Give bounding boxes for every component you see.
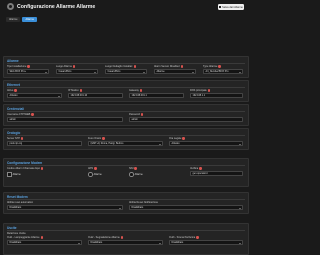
gear-icon	[7, 3, 14, 10]
field-label: DNS principale	[190, 89, 207, 92]
section-allarme: Allarme Tipo Installazione SEC-BOX Pro+ …	[3, 56, 249, 78]
page-header: Configurazione Allarme Allarme	[7, 3, 95, 10]
required-marker-icon	[21, 137, 23, 139]
field-label: Alarm Sensor Disabled	[154, 65, 180, 68]
required-marker-icon	[73, 65, 75, 67]
save-icon	[219, 6, 221, 8]
checkbox-label: Allarme	[13, 173, 21, 176]
required-marker-icon	[31, 113, 33, 115]
gateway-input[interactable]: 192.168.001.1	[129, 93, 184, 98]
field-label: Tipo Installazione	[7, 65, 26, 68]
radio-button	[129, 172, 134, 177]
dns-input[interactable]: 192.168.1.1	[190, 93, 243, 98]
field-label: Type Allarme	[203, 65, 217, 68]
tab-allarme-2[interactable]: Allarme	[22, 17, 36, 22]
reset-automatico-select[interactable]: Disabilitato	[7, 205, 123, 210]
required-marker-icon	[196, 236, 198, 238]
checkbox	[7, 172, 12, 177]
section-ethernet: Ethernet Attivo Attivato IP Statico 192.…	[3, 80, 249, 102]
required-marker-icon	[181, 65, 183, 67]
section-subtitle: Relazione Uscite	[7, 232, 26, 235]
required-marker-icon	[140, 89, 142, 91]
luogo-allarme-select[interactable]: Casa/Ufficio	[56, 69, 98, 74]
fuso-orario-select[interactable]: (GMT+1) Roma, Parigi, Berlino	[88, 141, 163, 146]
alarm-sensor-select[interactable]: Allarme	[154, 69, 196, 74]
out1-select[interactable]: Disabilitato	[7, 240, 82, 245]
required-marker-icon	[94, 167, 96, 169]
ethernet-attivo-select[interactable]: Attivato	[7, 93, 62, 98]
apn-radio[interactable]: Allarme	[88, 172, 102, 177]
field-label: APN	[88, 167, 93, 170]
ip-statico-input[interactable]: 192.168.001.10	[68, 93, 123, 98]
required-marker-icon	[121, 236, 123, 238]
required-marker-icon	[41, 236, 43, 238]
field-label: Abilita reset automatico	[7, 201, 33, 204]
radio-button	[88, 172, 93, 177]
field-label: Luogo Dettaglio Installaz.	[105, 65, 133, 68]
tab-bar: Allarme Allarme	[6, 17, 37, 22]
field-label: Out2 - Segnalazione Allarme	[88, 236, 120, 239]
field-label: Out3 - Sirena Periferica	[169, 236, 195, 239]
username-input[interactable]: admin	[7, 117, 123, 122]
luogo-dettaglio-select[interactable]: Casa/Ufficio	[105, 69, 147, 74]
radio-label: Allarme	[135, 173, 143, 176]
required-marker-icon	[80, 89, 82, 91]
required-marker-icon	[102, 137, 104, 139]
field-label: Username FTP/WEB	[7, 113, 30, 116]
required-marker-icon	[218, 65, 220, 67]
tab-allarme-1[interactable]: Allarme	[6, 17, 20, 22]
section-modem: Configurazione Modem Codice Allarm Chiam…	[3, 158, 249, 187]
field-label: Abilita Reset Notificazione	[129, 201, 158, 204]
page-title: Configurazione Allarme Allarme	[17, 4, 95, 10]
password-input[interactable]: admin	[129, 117, 243, 122]
required-marker-icon	[141, 113, 143, 115]
field-label: Ora Legale	[169, 137, 181, 140]
field-label: Password	[129, 113, 140, 116]
required-marker-icon	[27, 65, 29, 67]
save-button[interactable]: Salva dati Allarme	[218, 4, 244, 10]
required-marker-icon	[182, 137, 184, 139]
field-label: Luogo Allarme	[56, 65, 72, 68]
required-marker-icon	[41, 167, 43, 169]
field-label: Out1 - Lampeggiante Allarme	[7, 236, 40, 239]
field-label: Fuso Orario	[88, 137, 101, 140]
required-marker-icon	[208, 89, 210, 91]
field-label: SIM	[129, 167, 133, 170]
tipo-installazione-select[interactable]: SEC-BOX Pro+	[7, 69, 49, 74]
save-button-label: Salva dati Allarme	[222, 6, 243, 9]
field-label: Gateway	[129, 89, 139, 92]
field-label: IP Statico	[68, 89, 79, 92]
field-label: Attivo	[7, 89, 13, 92]
type-allarme-select[interactable]: Art_Number/BOX Pro	[203, 69, 243, 74]
section-reset-modem: Reset Modem Abilita reset automatico Dis…	[3, 192, 249, 214]
out3-select[interactable]: Disabilitato	[169, 240, 243, 245]
section-uscite: Uscite Relazione Uscite Out1 - Lampeggia…	[3, 223, 249, 255]
out2-select[interactable]: Disabilitato	[88, 240, 163, 245]
required-marker-icon	[199, 167, 201, 169]
sim-radio[interactable]: Allarme	[129, 172, 143, 177]
field-label: Codice Allarm Chiamata dopo	[7, 167, 40, 170]
verifica-input[interactable]: gen.operator.it	[190, 171, 243, 176]
section-credenziali: Credenziali Username FTP/WEB admin Passw…	[3, 104, 249, 126]
required-marker-icon	[14, 89, 16, 91]
reset-notificazione-select[interactable]: Disabilitato	[129, 205, 243, 210]
field-label: Server NTP	[7, 137, 20, 140]
required-marker-icon	[134, 167, 136, 169]
section-orologio: Orologio Server NTP pool.ntp.org Fuso Or…	[3, 128, 249, 150]
codice-allarm-checkbox[interactable]: Allarme	[7, 172, 21, 177]
field-label: Verifica	[190, 167, 198, 170]
required-marker-icon	[134, 65, 136, 67]
ntp-server-input[interactable]: pool.ntp.org	[7, 141, 82, 146]
ora-legale-select[interactable]: Attivato	[169, 141, 243, 146]
radio-label: Allarme	[94, 173, 102, 176]
